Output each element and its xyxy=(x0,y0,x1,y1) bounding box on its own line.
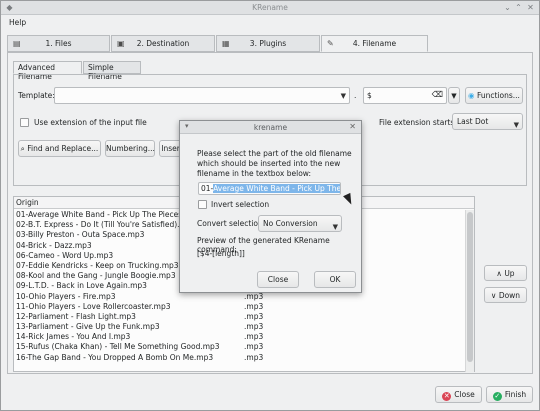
filename-part-input[interactable]: 01-Average White Band - Pick Up The Piec… xyxy=(198,182,341,195)
list-item-origin: 12-Parliament - Flash Light.mp3 xyxy=(16,311,136,321)
list-item[interactable]: 13-Parliament - Give Up the Funk.mp3 .mp3 xyxy=(14,322,462,332)
list-item[interactable]: 16-The Gap Band - You Dropped A Bomb On … xyxy=(14,353,462,363)
tab-files[interactable]: ▤ 1. Files xyxy=(7,35,110,52)
step-tabs: ▤ 1. Files ▣ 2. Destination ▦ 3. Plugins… xyxy=(7,35,429,52)
selected-text: Average White Band - Pick Up The Pieces xyxy=(213,184,340,193)
scrollbar-thumb[interactable] xyxy=(467,212,473,362)
close-button[interactable]: ✕ Close xyxy=(435,386,482,403)
list-item-extension: .mp3 xyxy=(244,332,264,342)
arrow-down-icon: ∨ xyxy=(490,291,497,300)
clear-text-icon[interactable]: ⌫ xyxy=(432,90,443,99)
tab-simple-filename[interactable]: Simple Filename xyxy=(83,61,141,81)
dialog-message: Please select the part of the old filena… xyxy=(197,149,352,178)
window-title: KRename xyxy=(252,3,288,12)
list-item-origin: 02-B.T. Express - Do It (Till You're Sat… xyxy=(16,220,197,230)
chevron-down-icon: ▼ xyxy=(332,223,338,231)
convert-selection-select[interactable]: No Conversion ▼ xyxy=(258,215,342,232)
dot-separator: . xyxy=(354,91,357,100)
list-item[interactable]: 15-Rufus (Chaka Khan) - Tell Me Somethin… xyxy=(14,342,462,352)
dialog-title: krename xyxy=(253,123,288,132)
list-item-extension: .mp3 xyxy=(244,352,264,362)
list-item-origin: 11-Ohio Players - Love Rollercoaster.mp3 xyxy=(16,301,171,311)
list-item-origin: 07-Eddie Kendricks - Keep on Trucking.mp… xyxy=(16,260,179,270)
list-item-origin: 15-Rufus (Chaka Khan) - Tell Me Somethin… xyxy=(16,342,220,352)
list-item[interactable]: 14-Rick James - You And I.mp3 .mp3 xyxy=(14,332,462,342)
dialog-titlebar[interactable]: ▾ krename ✕ xyxy=(180,121,361,134)
move-down-button[interactable]: ∨ Down xyxy=(484,287,527,303)
list-item-origin: 01-Average White Band - Pick Up The Piec… xyxy=(16,210,202,219)
function-icon: ◉ xyxy=(468,91,475,100)
list-scrollbar[interactable] xyxy=(465,210,474,372)
list-item-origin: 08-Kool and the Gang - Jungle Boogie.mp3 xyxy=(16,271,176,281)
functions-button[interactable]: ◉ Functions... xyxy=(465,87,523,104)
list-item-extension: .mp3 xyxy=(244,342,264,352)
close-icon: ✕ xyxy=(442,392,452,401)
extension-starts-select[interactable]: Last Dot ▼ xyxy=(452,113,523,130)
list-item-origin: 04-Brick - Dazz.mp3 xyxy=(16,240,92,250)
window-titlebar[interactable]: ◆ KRename ⌄ ⌃ ✕ xyxy=(1,1,539,15)
preview-value: [$4-[length]] xyxy=(197,249,245,258)
search-icon: ⌕ xyxy=(20,144,25,153)
tab-destination[interactable]: ▣ 2. Destination xyxy=(111,35,215,52)
find-replace-button[interactable]: ⌕ Find and Replace... xyxy=(18,140,101,157)
chevron-down-icon[interactable]: ▼ xyxy=(341,92,346,100)
list-item-origin: 10-Ohio Players - Fire.mp3 xyxy=(16,291,116,301)
list-item-origin: 13-Parliament - Give Up the Funk.mp3 xyxy=(16,322,160,332)
list-item-extension: .mp3 xyxy=(244,322,264,332)
use-extension-checkbox[interactable] xyxy=(20,118,29,127)
template-input[interactable]: ▼ xyxy=(54,87,350,104)
menubar: Help xyxy=(1,16,539,30)
check-icon: ✓ xyxy=(492,392,502,401)
list-item-extension: .mp3 xyxy=(244,291,264,301)
invert-selection-checkbox[interactable] xyxy=(198,200,207,209)
list-item[interactable]: 10-Ohio Players - Fire.mp3 .mp3 xyxy=(14,292,462,302)
numbering-button[interactable]: Numbering... xyxy=(105,140,155,157)
list-item[interactable]: 11-Ohio Players - Love Rollercoaster.mp3… xyxy=(14,302,462,312)
invert-selection-label: Invert selection xyxy=(211,200,270,209)
extension-input[interactable]: $ ⌫ xyxy=(363,87,447,104)
template-label: Template: xyxy=(18,91,55,100)
chevron-down-icon: ▼ xyxy=(451,92,457,100)
chevron-down-icon: ▼ xyxy=(513,121,519,129)
finish-button[interactable]: ✓ Finish xyxy=(486,386,533,403)
list-item-extension: .mp3 xyxy=(244,301,264,311)
list-item-origin: 16-The Gap Band - You Dropped A Bomb On … xyxy=(16,352,214,362)
minimize-icon[interactable]: ⌄ xyxy=(503,3,512,12)
list-item-origin: 14-Rick James - You And I.mp3 xyxy=(16,332,131,342)
menu-help[interactable]: Help xyxy=(9,18,26,27)
dialog-close-button[interactable]: Close xyxy=(257,271,299,288)
list-item-origin: 03-Billy Preston - Outa Space.mp3 xyxy=(16,230,145,240)
maximize-icon[interactable]: ⌃ xyxy=(514,3,523,12)
tab-filename[interactable]: ✎ 4. Filename xyxy=(321,35,428,52)
extension-dropdown-button[interactable]: ▼ xyxy=(448,87,460,104)
dialog-close-icon[interactable]: ✕ xyxy=(349,122,356,131)
move-up-button[interactable]: ∧ Up xyxy=(484,265,527,281)
close-window-icon[interactable]: ✕ xyxy=(526,3,535,12)
dialog-ok-button[interactable]: OK xyxy=(314,271,356,288)
list-item-origin: 06-Cameo - Word Up.mp3 xyxy=(16,250,114,260)
list-item[interactable]: 12-Parliament - Flash Light.mp3 .mp3 xyxy=(14,312,462,322)
tab-plugins[interactable]: ▦ 3. Plugins xyxy=(216,35,320,52)
list-item-extension: .mp3 xyxy=(244,311,264,321)
insert-part-dialog: ▾ krename ✕ Please select the part of th… xyxy=(179,120,362,293)
use-extension-label: Use extension of the input file xyxy=(34,118,147,127)
tab-advanced-filename[interactable]: Advanced Filename xyxy=(13,61,82,81)
convert-selection-label: Convert selection: xyxy=(197,219,266,228)
arrow-up-icon: ∧ xyxy=(496,269,502,278)
list-item-origin: 09-L.T.D. - Back in Love Again.mp3 xyxy=(16,281,147,291)
